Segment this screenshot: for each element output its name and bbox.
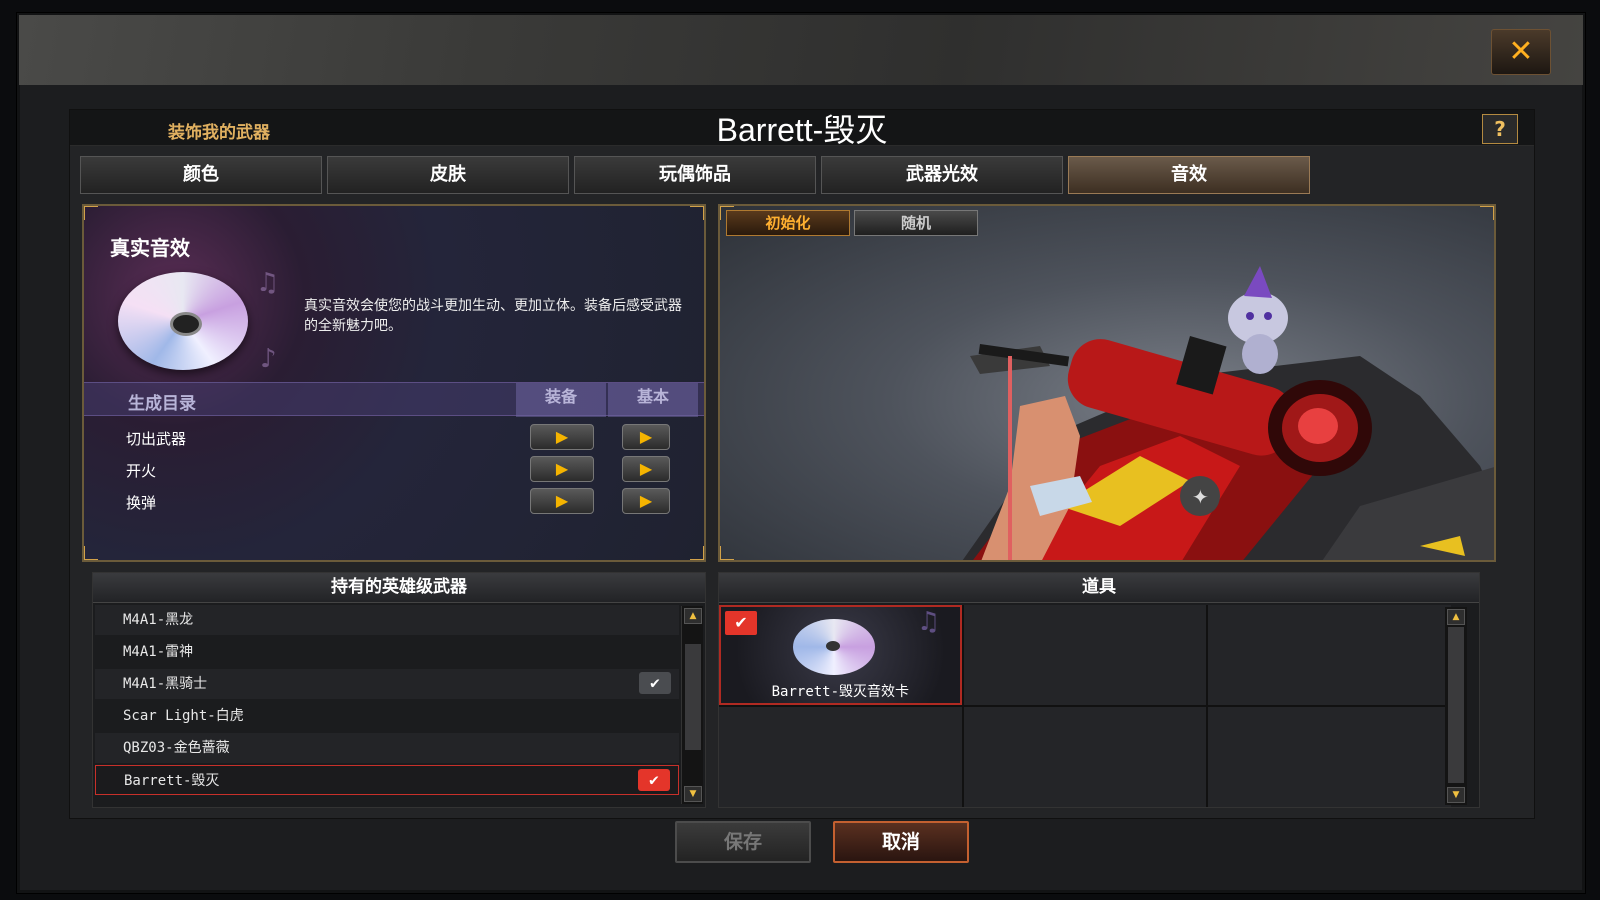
- play-equip-button[interactable]: ▶: [530, 456, 594, 482]
- weapon-preview-panel: 初始化 随机 ✦: [718, 204, 1496, 562]
- weapon-name: QBZ03-金色蔷薇: [123, 740, 230, 756]
- scroll-down-icon[interactable]: ▼: [684, 786, 702, 802]
- empty-item-slot[interactable]: [963, 707, 1207, 807]
- dialog-titlebar: [19, 15, 1583, 85]
- col-equip: 装备: [516, 383, 606, 417]
- sound-description: 真实音效会使您的战斗更加生动、更加立体。装备后感受武器的全新魅力吧。: [304, 298, 682, 334]
- music-note-icon: ♪: [260, 344, 277, 374]
- checkmark-icon: ✔: [725, 611, 757, 635]
- tab-skin[interactable]: 皮肤: [327, 156, 569, 194]
- header-bar: 装饰我的武器 Barrett-毁灭 ?: [70, 110, 1534, 148]
- close-button[interactable]: ✕: [1491, 29, 1551, 75]
- play-base-button[interactable]: ▶: [622, 456, 670, 482]
- sound-card-label: Barrett-毁灭音效卡: [771, 684, 910, 700]
- help-button[interactable]: ?: [1482, 114, 1518, 144]
- weapon-row[interactable]: M4A1-黑龙: [95, 605, 679, 635]
- cd-disc-icon: [793, 619, 875, 675]
- corner-ornament: [690, 206, 704, 220]
- sound-row-label: 切出武器: [126, 430, 187, 448]
- weapon-row-selected[interactable]: Barrett-毁灭 ✔: [95, 765, 679, 795]
- sound-row-label: 开火: [126, 462, 157, 480]
- weapon-title: Barrett-毁灭: [716, 112, 888, 148]
- weapons-list-header: 持有的英雄级武器: [93, 573, 705, 603]
- play-base-button[interactable]: ▶: [622, 424, 670, 450]
- items-scrollbar[interactable]: ▲ ▼: [1445, 607, 1467, 805]
- weapon-row[interactable]: M4A1-黑骑士 ✔: [95, 669, 679, 699]
- sound-row: 开火 ▶ ▶: [84, 454, 704, 486]
- play-equip-button[interactable]: ▶: [530, 424, 594, 450]
- checkmark-icon[interactable]: ✔: [638, 769, 670, 791]
- weapon-name: M4A1-雷神: [123, 644, 194, 660]
- empty-item-slot[interactable]: [1208, 707, 1451, 807]
- weapon-row[interactable]: QBZ03-金色蔷薇: [95, 733, 679, 763]
- weapons-scrollbar[interactable]: ▲ ▼: [681, 606, 703, 804]
- empty-item-slot[interactable]: [719, 707, 962, 807]
- scroll-thumb[interactable]: [1448, 627, 1464, 783]
- col-directory: 生成目录: [128, 394, 196, 414]
- weapon-decoration-dialog: ✕ 装饰我的武器 Barrett-毁灭 ? 颜色 皮肤 玩偶饰品 武器光效 音效…: [16, 12, 1586, 894]
- play-equip-button[interactable]: ▶: [530, 488, 594, 514]
- svg-text:✦: ✦: [1192, 485, 1209, 509]
- music-note-icon: ♫: [917, 607, 941, 637]
- tab-color[interactable]: 颜色: [80, 156, 322, 194]
- tab-doll-accessory[interactable]: 玩偶饰品: [574, 156, 816, 194]
- weapon-name: M4A1-黑龙: [123, 612, 194, 628]
- music-note-icon: ♫: [256, 268, 280, 298]
- sound-card-item[interactable]: ♫ ✔ Barrett-毁灭音效卡: [719, 605, 962, 705]
- weapon-row[interactable]: Scar Light-白虎: [95, 701, 679, 731]
- sound-row: 切出武器 ▶ ▶: [84, 422, 704, 454]
- sound-row-label: 换弹: [126, 494, 157, 512]
- col-base: 基本: [608, 383, 698, 417]
- items-grid: ♫ ✔ Barrett-毁灭音效卡: [719, 605, 1451, 807]
- weapon-name: Scar Light-白虎: [123, 708, 244, 724]
- play-base-button[interactable]: ▶: [622, 488, 670, 514]
- main-panel: 装饰我的武器 Barrett-毁灭 ? 颜色 皮肤 玩偶饰品 武器光效 音效 真…: [69, 109, 1535, 819]
- weapon-row[interactable]: M4A1-雷神: [95, 637, 679, 667]
- save-button[interactable]: 保存: [675, 821, 811, 863]
- corner-ornament: [84, 206, 98, 220]
- tab-bar: 颜色 皮肤 玩偶饰品 武器光效 音效: [80, 156, 1310, 194]
- sound-table-header: 生成目录 装备 基本: [84, 382, 704, 417]
- checkmark-icon[interactable]: ✔: [639, 672, 671, 694]
- cancel-button[interactable]: 取消: [833, 821, 969, 863]
- corner-ornament: [84, 546, 98, 560]
- empty-item-slot[interactable]: [1208, 605, 1451, 705]
- weapon-name: Barrett-毁灭: [124, 773, 220, 789]
- scroll-down-icon[interactable]: ▼: [1447, 787, 1465, 803]
- items-panel: 道具 ♫ ✔ Barrett-毁灭音效卡 ▲ ▼: [718, 572, 1480, 808]
- tab-sound[interactable]: 音效: [1068, 156, 1310, 194]
- items-header: 道具: [719, 573, 1479, 603]
- sound-row: 换弹 ▶ ▶: [84, 486, 704, 518]
- corner-ornament: [690, 546, 704, 560]
- weapons-list-body: M4A1-黑龙 M4A1-雷神 M4A1-黑骑士 ✔ Scar Light-白虎…: [93, 605, 683, 805]
- empty-item-slot[interactable]: [963, 605, 1207, 705]
- tab-weapon-glow[interactable]: 武器光效: [821, 156, 1063, 194]
- cd-disc-icon: [118, 272, 248, 370]
- scroll-thumb[interactable]: [685, 644, 701, 750]
- sound-panel-title: 真实音效: [110, 236, 190, 260]
- scroll-up-icon[interactable]: ▲: [1447, 609, 1465, 625]
- scroll-up-icon[interactable]: ▲: [684, 608, 702, 624]
- weapon-name: M4A1-黑骑士: [123, 676, 208, 692]
- sound-effect-panel: 真实音效 ♫ ♪ 真实音效会使您的战斗更加生动、更加立体。装备后感受武器的全新魅…: [82, 204, 706, 562]
- sniper-rifle-image: ✦: [962, 266, 1494, 560]
- hero-weapons-list: 持有的英雄级武器 M4A1-黑龙 M4A1-雷神 M4A1-黑骑士 ✔ Scar…: [92, 572, 706, 808]
